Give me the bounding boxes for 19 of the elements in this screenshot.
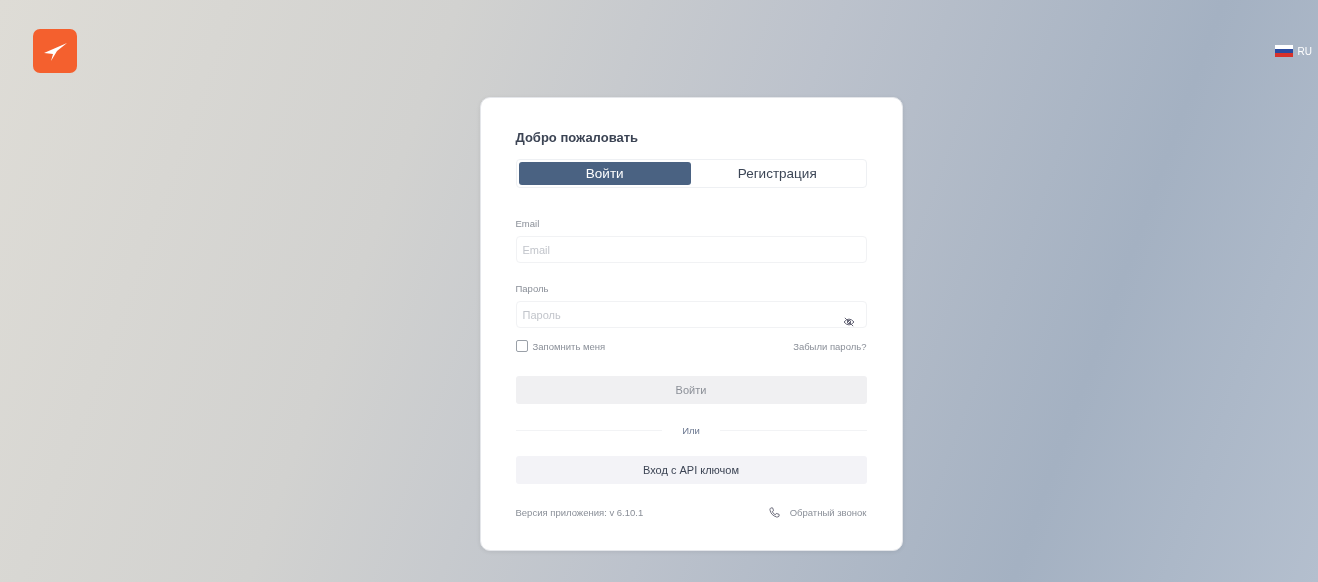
field-label: Пароль <box>515 283 550 294</box>
phone-icon[interactable] <box>768 507 780 518</box>
card-title: Добро пожаловать <box>515 130 640 145</box>
field-label: Email <box>515 218 541 229</box>
divider-text: Или <box>682 425 700 436</box>
tab[interactable]: Войти <box>518 162 691 185</box>
password-field[interactable]: Пароль <box>515 301 867 328</box>
flag-icon[interactable] <box>1274 45 1293 57</box>
checkbox-label[interactable]: Запомнить меня <box>532 340 606 352</box>
checkbox[interactable] <box>515 340 528 352</box>
version-text: Версия приложения: v 6.10.1 <box>515 507 644 518</box>
tab[interactable]: Регистрация <box>691 162 864 185</box>
forgot-password-link[interactable]: Забыли пароль? <box>793 340 867 352</box>
language-code[interactable]: RU <box>1297 45 1312 57</box>
eye-off-icon[interactable] <box>842 317 855 327</box>
email-field[interactable]: Email <box>515 236 867 263</box>
api-key-button[interactable]: Вход с API ключом <box>515 456 867 484</box>
logo-icon <box>33 29 77 73</box>
callback-link[interactable]: Обратный звонок <box>789 507 867 518</box>
